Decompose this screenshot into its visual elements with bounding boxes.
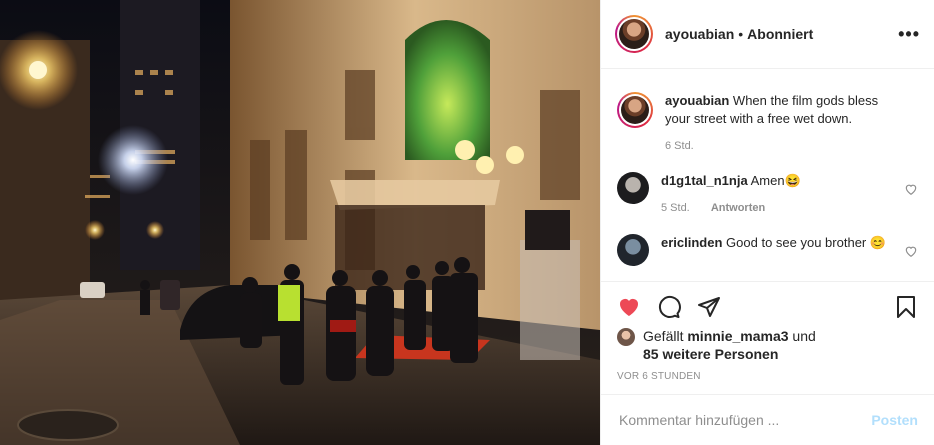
likes-others-link[interactable]: 85 weitere Personen: [643, 346, 778, 362]
comment-item: ericlinden Good to see you brother 😊: [617, 234, 918, 266]
post-side-panel: ayouabian • Abonniert ••• ayouabian When…: [600, 0, 934, 445]
comment-text: ericlinden Good to see you brother 😊: [661, 234, 916, 252]
post-comment-button[interactable]: Posten: [871, 412, 918, 428]
post-photo[interactable]: [0, 0, 600, 445]
reply-button[interactable]: Antworten: [711, 202, 765, 214]
follow-status-button[interactable]: Abonniert: [747, 26, 813, 42]
more-options-icon[interactable]: •••: [898, 24, 920, 45]
like-heart-icon[interactable]: [617, 295, 641, 319]
caption: ayouabian When the film gods bless your …: [617, 92, 918, 152]
comment-username[interactable]: ericlinden: [661, 235, 722, 250]
comment-meta: 5 Std. Antworten: [661, 202, 831, 214]
comment-avatar[interactable]: [617, 172, 649, 204]
liker-avatar[interactable]: [617, 328, 635, 346]
comment-like-heart-icon[interactable]: [904, 244, 918, 258]
comment-username[interactable]: d1g1tal_n1nja: [661, 173, 748, 188]
header-separator: •: [738, 26, 744, 42]
add-comment-bar: Posten: [601, 394, 934, 445]
avatar: [619, 19, 649, 49]
comment-icon[interactable]: [657, 295, 681, 319]
action-bar: [601, 281, 934, 331]
caption-text: ayouabian When the film gods bless your …: [665, 92, 918, 128]
caption-meta: 6 Std.: [665, 140, 918, 152]
comment-item: d1g1tal_n1nja Amen😆 5 Std. Antworten: [617, 172, 918, 214]
likes-connector: und: [792, 328, 816, 344]
caption-username[interactable]: ayouabian: [665, 93, 729, 108]
caption-story-ring[interactable]: [617, 92, 653, 128]
comment-text: d1g1tal_n1nja Amen😆: [661, 172, 831, 190]
comment-like-heart-icon[interactable]: [904, 182, 918, 196]
share-icon[interactable]: [697, 295, 721, 319]
comments-list[interactable]: ayouabian When the film gods bless your …: [601, 70, 934, 281]
instagram-post: ayouabian • Abonniert ••• ayouabian When…: [0, 0, 934, 445]
comment-time[interactable]: 5 Std.: [661, 202, 690, 214]
night-street-scene-image: [0, 0, 600, 445]
caption-avatar: [621, 96, 649, 124]
post-header: ayouabian • Abonniert •••: [601, 0, 934, 69]
comment-body: Good to see you brother 😊: [726, 235, 887, 250]
comment-input[interactable]: [617, 411, 872, 429]
likes-prefix: Gefällt: [643, 328, 684, 344]
liker-username[interactable]: minnie_mama3: [687, 328, 788, 344]
post-timestamp[interactable]: VOR 6 STUNDEN: [617, 371, 701, 382]
caption-time[interactable]: 6 Std.: [665, 140, 694, 152]
comment-body: Amen😆: [750, 173, 801, 188]
comment-avatar[interactable]: [617, 234, 649, 266]
bookmark-icon[interactable]: [894, 295, 918, 319]
header-username[interactable]: ayouabian: [665, 26, 734, 42]
story-ring[interactable]: [615, 15, 653, 53]
likes-summary: Gefällt minnie_mama3 und 85 weitere Pers…: [617, 327, 918, 363]
